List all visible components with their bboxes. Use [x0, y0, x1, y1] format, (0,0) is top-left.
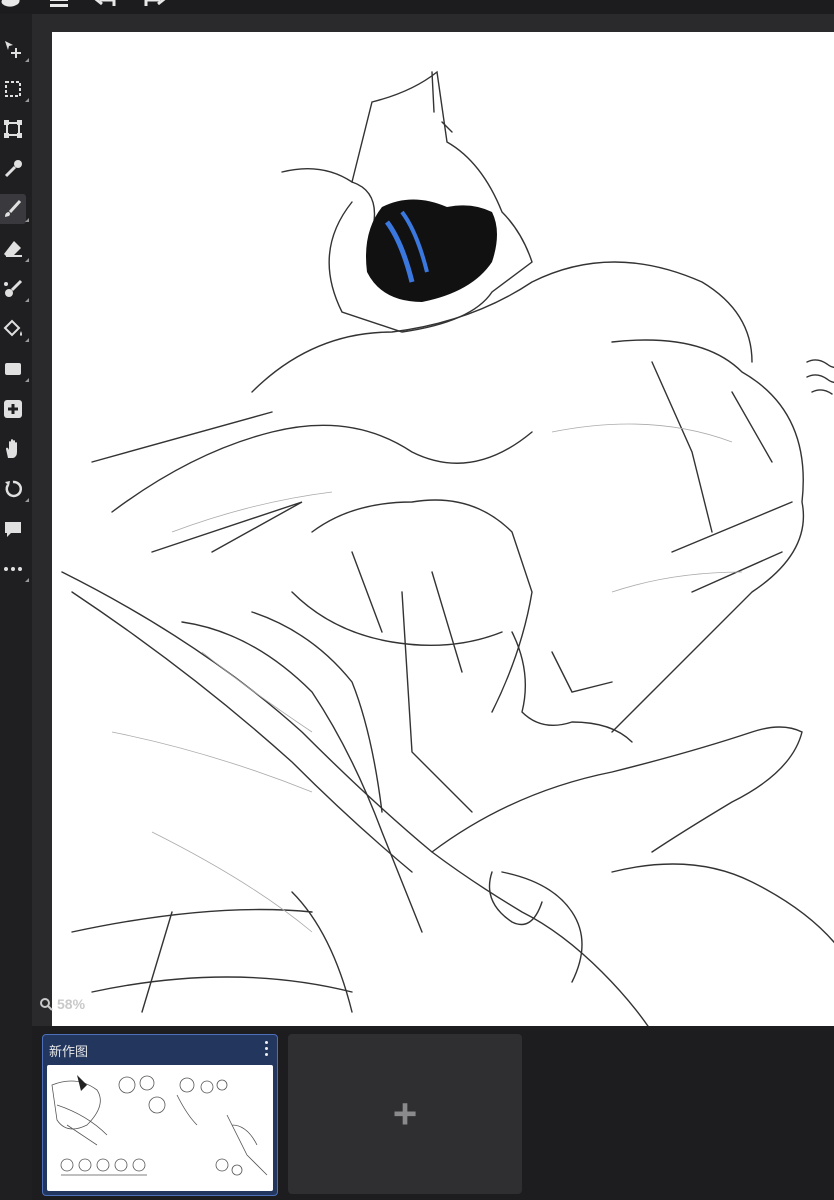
move-icon [5, 41, 21, 58]
rotate-icon [5, 480, 22, 498]
drawing-canvas[interactable] [52, 32, 834, 1026]
undo-icon[interactable] [94, 0, 118, 14]
comment-tool[interactable] [0, 514, 26, 544]
transform-tool[interactable] [0, 114, 26, 144]
shape-tool[interactable] [0, 354, 29, 384]
plus-square-icon [4, 400, 22, 418]
transform-icon [4, 120, 22, 138]
rotate-tool[interactable] [0, 474, 29, 504]
tool-sidebar [0, 14, 32, 1030]
smudge-tool[interactable] [0, 274, 29, 304]
rectangle-icon [5, 363, 21, 375]
zoom-indicator[interactable]: 58% [40, 996, 85, 1012]
eraser-tool[interactable] [0, 234, 29, 264]
gallery-card[interactable]: 新作图 [42, 1034, 278, 1196]
selection-icon [5, 81, 21, 97]
gallery-card-title: 新作图 [49, 1044, 89, 1059]
top-bar [0, 0, 834, 14]
menu-icon[interactable] [48, 0, 70, 14]
brush-icon [5, 199, 22, 217]
eyedropper-icon [4, 160, 22, 178]
more-icon [4, 567, 22, 571]
new-artwork-button[interactable]: + [288, 1034, 522, 1194]
hand-tool[interactable] [0, 434, 26, 464]
speech-bubble-icon [5, 522, 21, 537]
plus-icon: + [392, 1090, 418, 1137]
artwork-gallery: 新作图 + [32, 1026, 834, 1200]
fill-tool[interactable] [0, 314, 29, 344]
select-tool[interactable] [0, 74, 29, 104]
card-menu-icon[interactable] [261, 1039, 271, 1057]
app-logo-icon[interactable] [0, 0, 26, 14]
hand-icon [6, 439, 17, 458]
zoom-level: 58% [57, 996, 86, 1012]
more-tools[interactable] [0, 554, 29, 584]
brush-tool[interactable] [0, 194, 29, 224]
eyedropper-tool[interactable] [0, 154, 26, 184]
redo-icon[interactable] [142, 0, 166, 14]
sketch-artwork [61, 70, 834, 1026]
move-tool[interactable] [0, 34, 29, 64]
canvas-viewport[interactable]: 58% [32, 14, 834, 1026]
search-icon [40, 997, 53, 1011]
thumbnail-sketch [51, 1075, 268, 1176]
smudge-icon [4, 279, 23, 297]
eraser-icon [4, 241, 22, 257]
add-layer-tool[interactable] [0, 394, 26, 424]
fill-bucket-icon [3, 319, 22, 337]
artwork-thumbnail[interactable] [47, 1065, 273, 1191]
